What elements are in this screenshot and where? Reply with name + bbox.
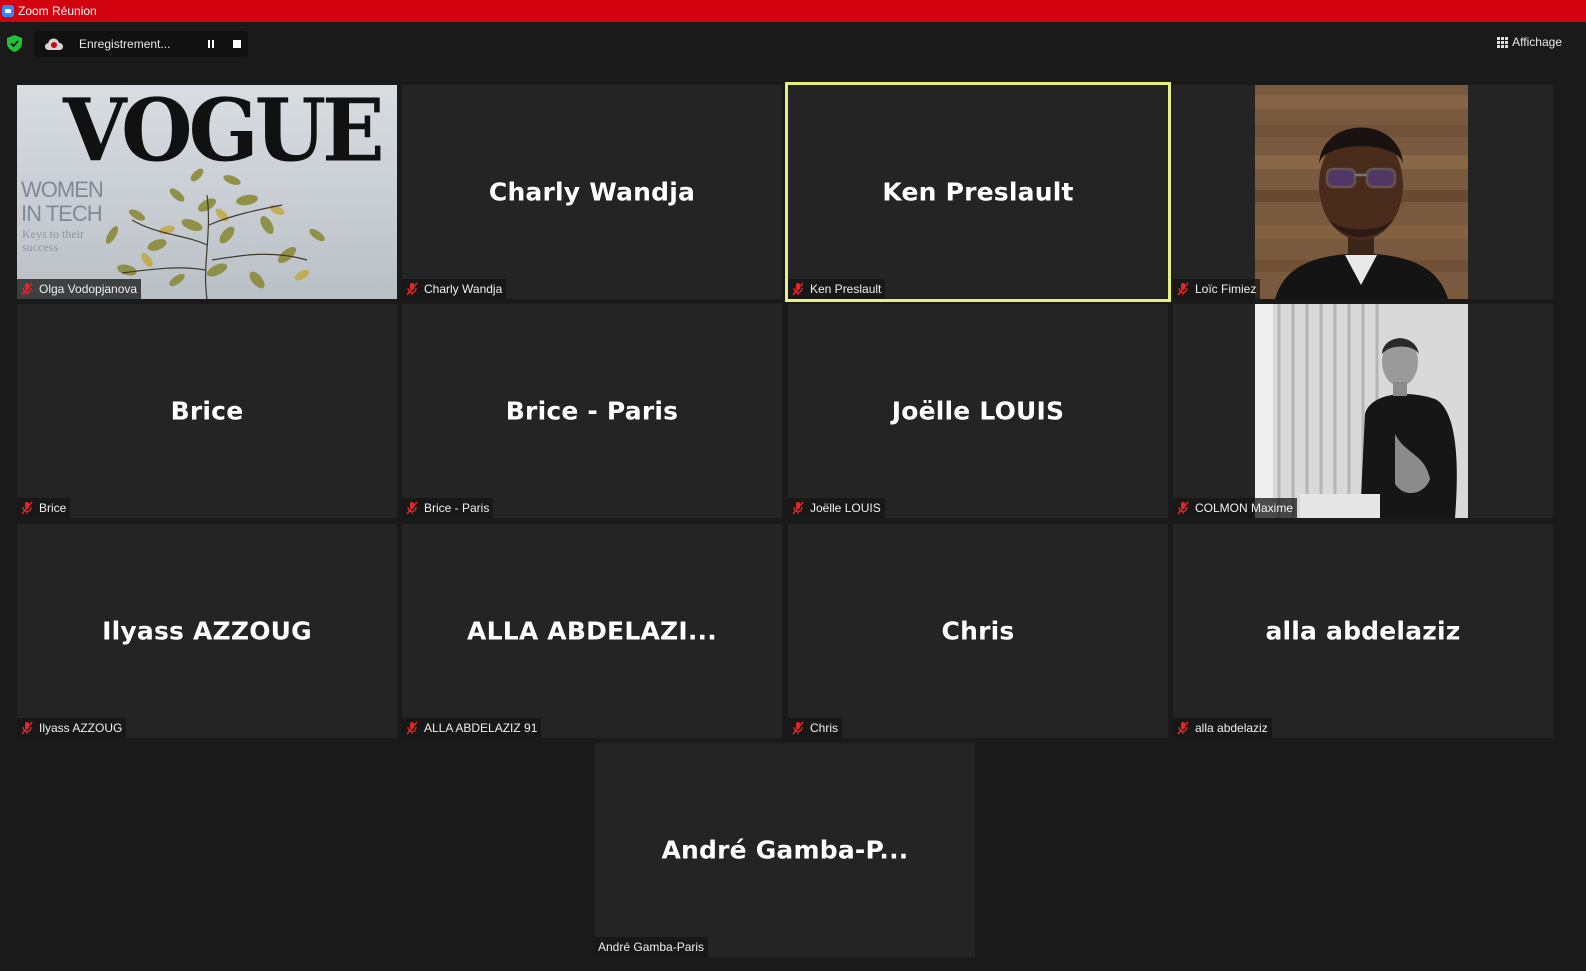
video-text: IN TECH (21, 201, 103, 226)
participant-label: ALLA ABDELAZIZ 91 (402, 718, 542, 738)
participant-display-name: Brice (170, 396, 244, 426)
participant-display-name: Joëlle LOUIS (891, 396, 1065, 426)
participant-display-name: André Gamba-P... (661, 835, 909, 865)
participant-tile[interactable]: Joëlle LOUIS Joëlle LOUIS (788, 304, 1168, 518)
video-text: WOMEN (21, 177, 104, 202)
participant-label-text: Brice - Paris (424, 501, 490, 515)
video-headline: VOGUE (63, 85, 385, 182)
window-title: Zoom Réunion (18, 4, 97, 18)
video-feed (1255, 85, 1468, 299)
participant-label-text: Charly Wandja (424, 282, 503, 296)
mic-muted-icon (406, 501, 418, 515)
zoom-logo-icon (2, 5, 14, 17)
mic-muted-icon (1177, 721, 1189, 735)
participant-display-name: Chris (941, 616, 1015, 646)
participant-label: COLMON Maxime (1173, 498, 1298, 518)
participant-tile[interactable]: alla abdelaziz alla abdelaziz (1173, 524, 1553, 738)
participant-label: Ilyass AZZOUG (17, 718, 127, 738)
participant-tile[interactable]: COLMON Maxime (1173, 304, 1553, 518)
mic-muted-icon (21, 501, 33, 515)
mic-muted-icon (21, 721, 33, 735)
participant-label-text: Brice (39, 501, 67, 515)
pause-recording-button[interactable] (204, 31, 218, 57)
participant-label: Ken Preslault (788, 279, 886, 299)
participant-label-text: Loïc Fimiez (1195, 282, 1257, 296)
participant-display-name: Ilyass AZZOUG (102, 616, 312, 646)
participant-tile[interactable]: VOGUE WOMEN IN TECH Keys to their succes… (17, 85, 397, 299)
video-feed (1255, 304, 1468, 518)
participant-tile-active-speaker[interactable]: Ken Preslault Ken Preslault (785, 82, 1171, 302)
video-feed: VOGUE WOMEN IN TECH Keys to their succes… (17, 85, 397, 299)
participant-tile[interactable]: Loïc Fimiez (1173, 85, 1553, 299)
stop-recording-button[interactable] (230, 31, 244, 57)
participant-label-text: Chris (810, 721, 839, 735)
participant-label: André Gamba-Paris (595, 937, 709, 957)
mic-muted-icon (21, 282, 33, 296)
mic-muted-icon (792, 721, 804, 735)
participant-label: alla abdelaziz (1173, 718, 1272, 738)
participant-tile[interactable]: Chris Chris (788, 524, 1168, 738)
shield-check-icon[interactable] (7, 35, 22, 52)
participant-display-name: Ken Preslault (882, 177, 1074, 207)
participant-label: Brice - Paris (402, 498, 494, 518)
recording-status: Enregistrement... (34, 31, 248, 57)
participant-label-text: Ken Preslault (810, 282, 882, 296)
participant-tile[interactable]: ALLA ABDELAZI... ALLA ABDELAZIZ 91 (402, 524, 782, 738)
participant-label: Joëlle LOUIS (788, 498, 885, 518)
participant-label: Chris (788, 718, 843, 738)
participant-label: Charly Wandja (402, 279, 507, 299)
participant-label-text: ALLA ABDELAZIZ 91 (424, 721, 538, 735)
mic-muted-icon (406, 721, 418, 735)
participant-label: Olga Vodopjanova (17, 279, 142, 299)
participant-tile[interactable]: Charly Wandja Charly Wandja (402, 85, 782, 299)
grid-view-icon (1497, 36, 1509, 48)
participant-label-text: COLMON Maxime (1195, 501, 1294, 515)
recording-label: Enregistrement... (79, 37, 171, 51)
participant-tile[interactable]: Brice Brice (17, 304, 397, 518)
participant-display-name: Charly Wandja (488, 177, 696, 207)
mic-muted-icon (406, 282, 418, 296)
participant-label-text: Joëlle LOUIS (810, 501, 881, 515)
view-button[interactable]: Affichage (1497, 35, 1562, 49)
participant-display-name: alla abdelaziz (1265, 616, 1461, 646)
participant-label: Loïc Fimiez (1173, 279, 1261, 299)
participant-tile[interactable]: Ilyass AZZOUG Ilyass AZZOUG (17, 524, 397, 738)
participant-label-text: Olga Vodopjanova (39, 282, 138, 296)
participant-label-text: André Gamba-Paris (598, 940, 705, 954)
mic-muted-icon (1177, 282, 1189, 296)
meeting-top-bar: Enregistrement... Affichage (0, 22, 1586, 66)
participant-display-name: ALLA ABDELAZI... (467, 616, 717, 646)
participant-label-text: alla abdelaziz (1195, 721, 1268, 735)
participant-label: Brice (17, 498, 71, 518)
title-bar: Zoom Réunion (0, 0, 1586, 22)
participant-tile[interactable]: Brice - Paris Brice - Paris (402, 304, 782, 518)
view-button-label: Affichage (1512, 35, 1562, 49)
participant-display-name: Brice - Paris (505, 396, 679, 426)
mic-muted-icon (792, 501, 804, 515)
participant-label-text: Ilyass AZZOUG (39, 721, 123, 735)
cloud-recording-icon (45, 38, 63, 50)
participant-tile[interactable]: André Gamba-P... André Gamba-Paris (595, 743, 975, 957)
mic-muted-icon (1177, 501, 1189, 515)
video-text: Keys to their success (22, 227, 84, 254)
mic-muted-icon (792, 282, 804, 296)
